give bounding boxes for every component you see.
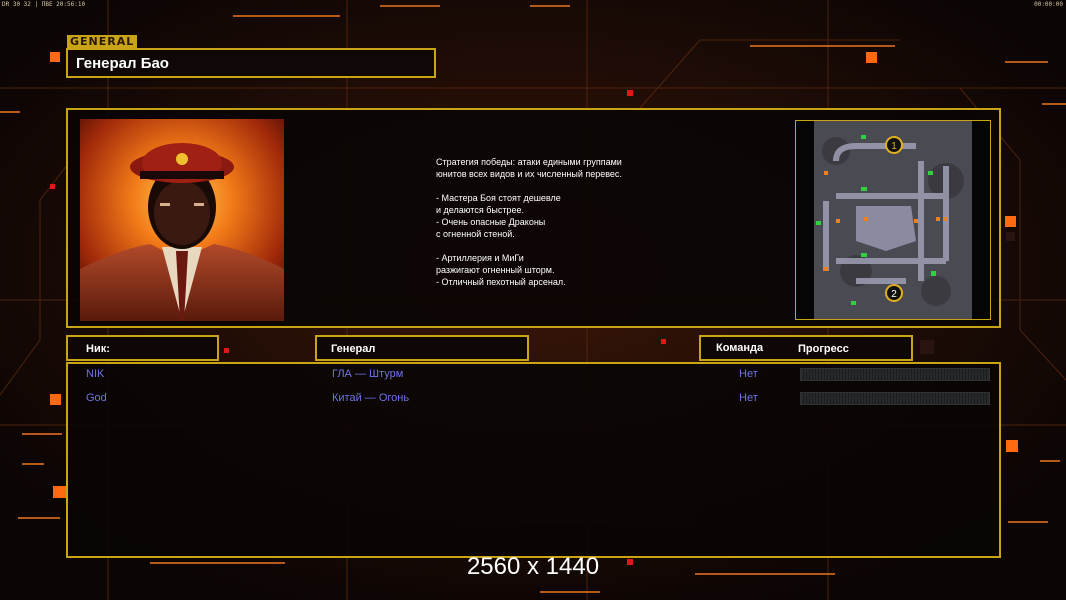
player-nick: God bbox=[86, 392, 107, 404]
general-tag: GENERAL bbox=[67, 35, 137, 48]
description-line: разжигают огненный шторм. bbox=[436, 265, 555, 275]
general-name: Генерал Бао bbox=[76, 55, 169, 72]
start-position-1[interactable]: 1 bbox=[891, 141, 897, 152]
general-description: Стратегия победы: атаки едиными группами… bbox=[436, 156, 696, 288]
player-general[interactable]: Китай — Огонь bbox=[332, 392, 409, 404]
general-info-panel: Стратегия победы: атаки едиными группами… bbox=[66, 108, 1001, 328]
header-team-label: Команда bbox=[716, 342, 764, 354]
player-team[interactable]: Нет bbox=[739, 392, 758, 404]
header-general: Генерал bbox=[315, 335, 529, 361]
start-position-2[interactable]: 2 bbox=[891, 289, 897, 300]
header-team-progress: Команда Прогресс bbox=[699, 335, 913, 361]
player-team[interactable]: Нет bbox=[739, 368, 758, 380]
general-title-box: Генерал Бао bbox=[66, 48, 436, 78]
player-nick: NIK bbox=[86, 368, 105, 380]
description-line: - Мастера Боя стоят дешевле bbox=[436, 193, 561, 203]
header-nick-label: Ник: bbox=[86, 343, 110, 355]
description-line bbox=[436, 240, 696, 252]
description-line: юнитов всех видов и их численный перевес… bbox=[436, 169, 622, 179]
hud-status-left: DR 30 32 | ПВЕ 20:56:10 bbox=[2, 1, 86, 8]
description-line: и делаются быстрее. bbox=[436, 205, 524, 215]
general-portrait bbox=[80, 119, 284, 321]
player-progress-bar bbox=[800, 368, 990, 381]
description-line: - Очень опасные Драконы bbox=[436, 217, 546, 227]
header-nick: Ник: bbox=[66, 335, 219, 361]
description-line: - Артиллерия и МиГи bbox=[436, 253, 524, 263]
header-progress-label: Прогресс bbox=[798, 343, 849, 355]
hud-status-right: 00:00:00 bbox=[1034, 1, 1063, 8]
map-preview[interactable]: 1 2 bbox=[795, 120, 991, 320]
header-general-label: Генерал bbox=[331, 343, 376, 355]
resolution-label: 2560 x 1440 bbox=[466, 553, 600, 580]
description-line bbox=[436, 180, 696, 192]
player-progress-bar bbox=[800, 392, 990, 405]
description-line: с огненной стеной. bbox=[436, 229, 515, 239]
player-general[interactable]: ГЛА — Штурм bbox=[332, 368, 403, 380]
players-panel: NIK ГЛА — Штурм Нет God Китай — Огонь Не… bbox=[66, 362, 1001, 558]
description-line: - Отличный пехотный арсенал. bbox=[436, 277, 566, 287]
description-line: Стратегия победы: атаки едиными группами bbox=[436, 157, 622, 167]
